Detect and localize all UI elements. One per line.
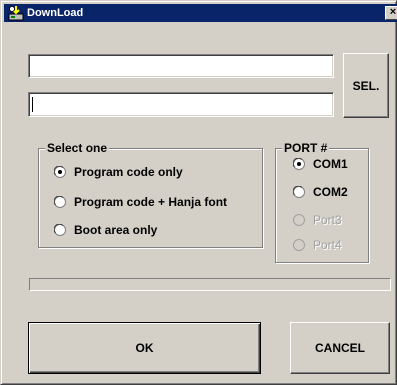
- download-progress-bar: [29, 278, 391, 291]
- file-path-input-1[interactable]: [28, 54, 334, 78]
- title-bar[interactable]: DownLoad ×: [4, 4, 397, 22]
- radio-com1[interactable]: COM1: [293, 156, 348, 172]
- select-file-button[interactable]: SEL.: [343, 53, 389, 118]
- radio-port3: Port3: [293, 212, 342, 228]
- select-one-group-label: Select one: [45, 141, 110, 155]
- radio-program-code-only[interactable]: Program code only: [54, 164, 183, 180]
- radio-button-icon: [54, 196, 66, 208]
- close-icon: ×: [389, 6, 397, 18]
- download-dialog: DownLoad × SEL. Select one Program code …: [0, 0, 397, 385]
- radio-button-icon: [54, 224, 66, 236]
- download-app-icon: [8, 5, 24, 21]
- file-path-input-2[interactable]: [28, 92, 334, 117]
- radio-button-disabled-icon: [293, 214, 305, 226]
- radio-boot-area-only[interactable]: Boot area only: [54, 222, 157, 238]
- radio-port4: Port4: [293, 237, 342, 253]
- radio-button-disabled-icon: [293, 239, 305, 251]
- radio-label: Port3: [313, 213, 342, 227]
- radio-label: COM1: [313, 157, 348, 171]
- radio-label: Boot area only: [74, 223, 158, 237]
- radio-label: Program code only: [74, 165, 183, 179]
- radio-button-icon: [293, 186, 305, 198]
- cancel-button[interactable]: CANCEL: [290, 322, 390, 374]
- radio-label: Program code + Hanja font: [74, 195, 228, 209]
- radio-program-code-hanja-font[interactable]: Program code + Hanja font: [54, 194, 227, 210]
- close-button[interactable]: ×: [385, 6, 397, 20]
- radio-com2[interactable]: COM2: [293, 184, 348, 200]
- radio-label: COM2: [313, 185, 348, 199]
- ok-button[interactable]: OK: [28, 322, 261, 374]
- window-title: DownLoad: [27, 7, 84, 19]
- radio-label: Port4: [313, 238, 342, 252]
- port-group-label: PORT #: [282, 141, 330, 155]
- text-cursor: [32, 97, 33, 112]
- radio-button-icon: [293, 158, 305, 170]
- radio-button-icon: [54, 166, 66, 178]
